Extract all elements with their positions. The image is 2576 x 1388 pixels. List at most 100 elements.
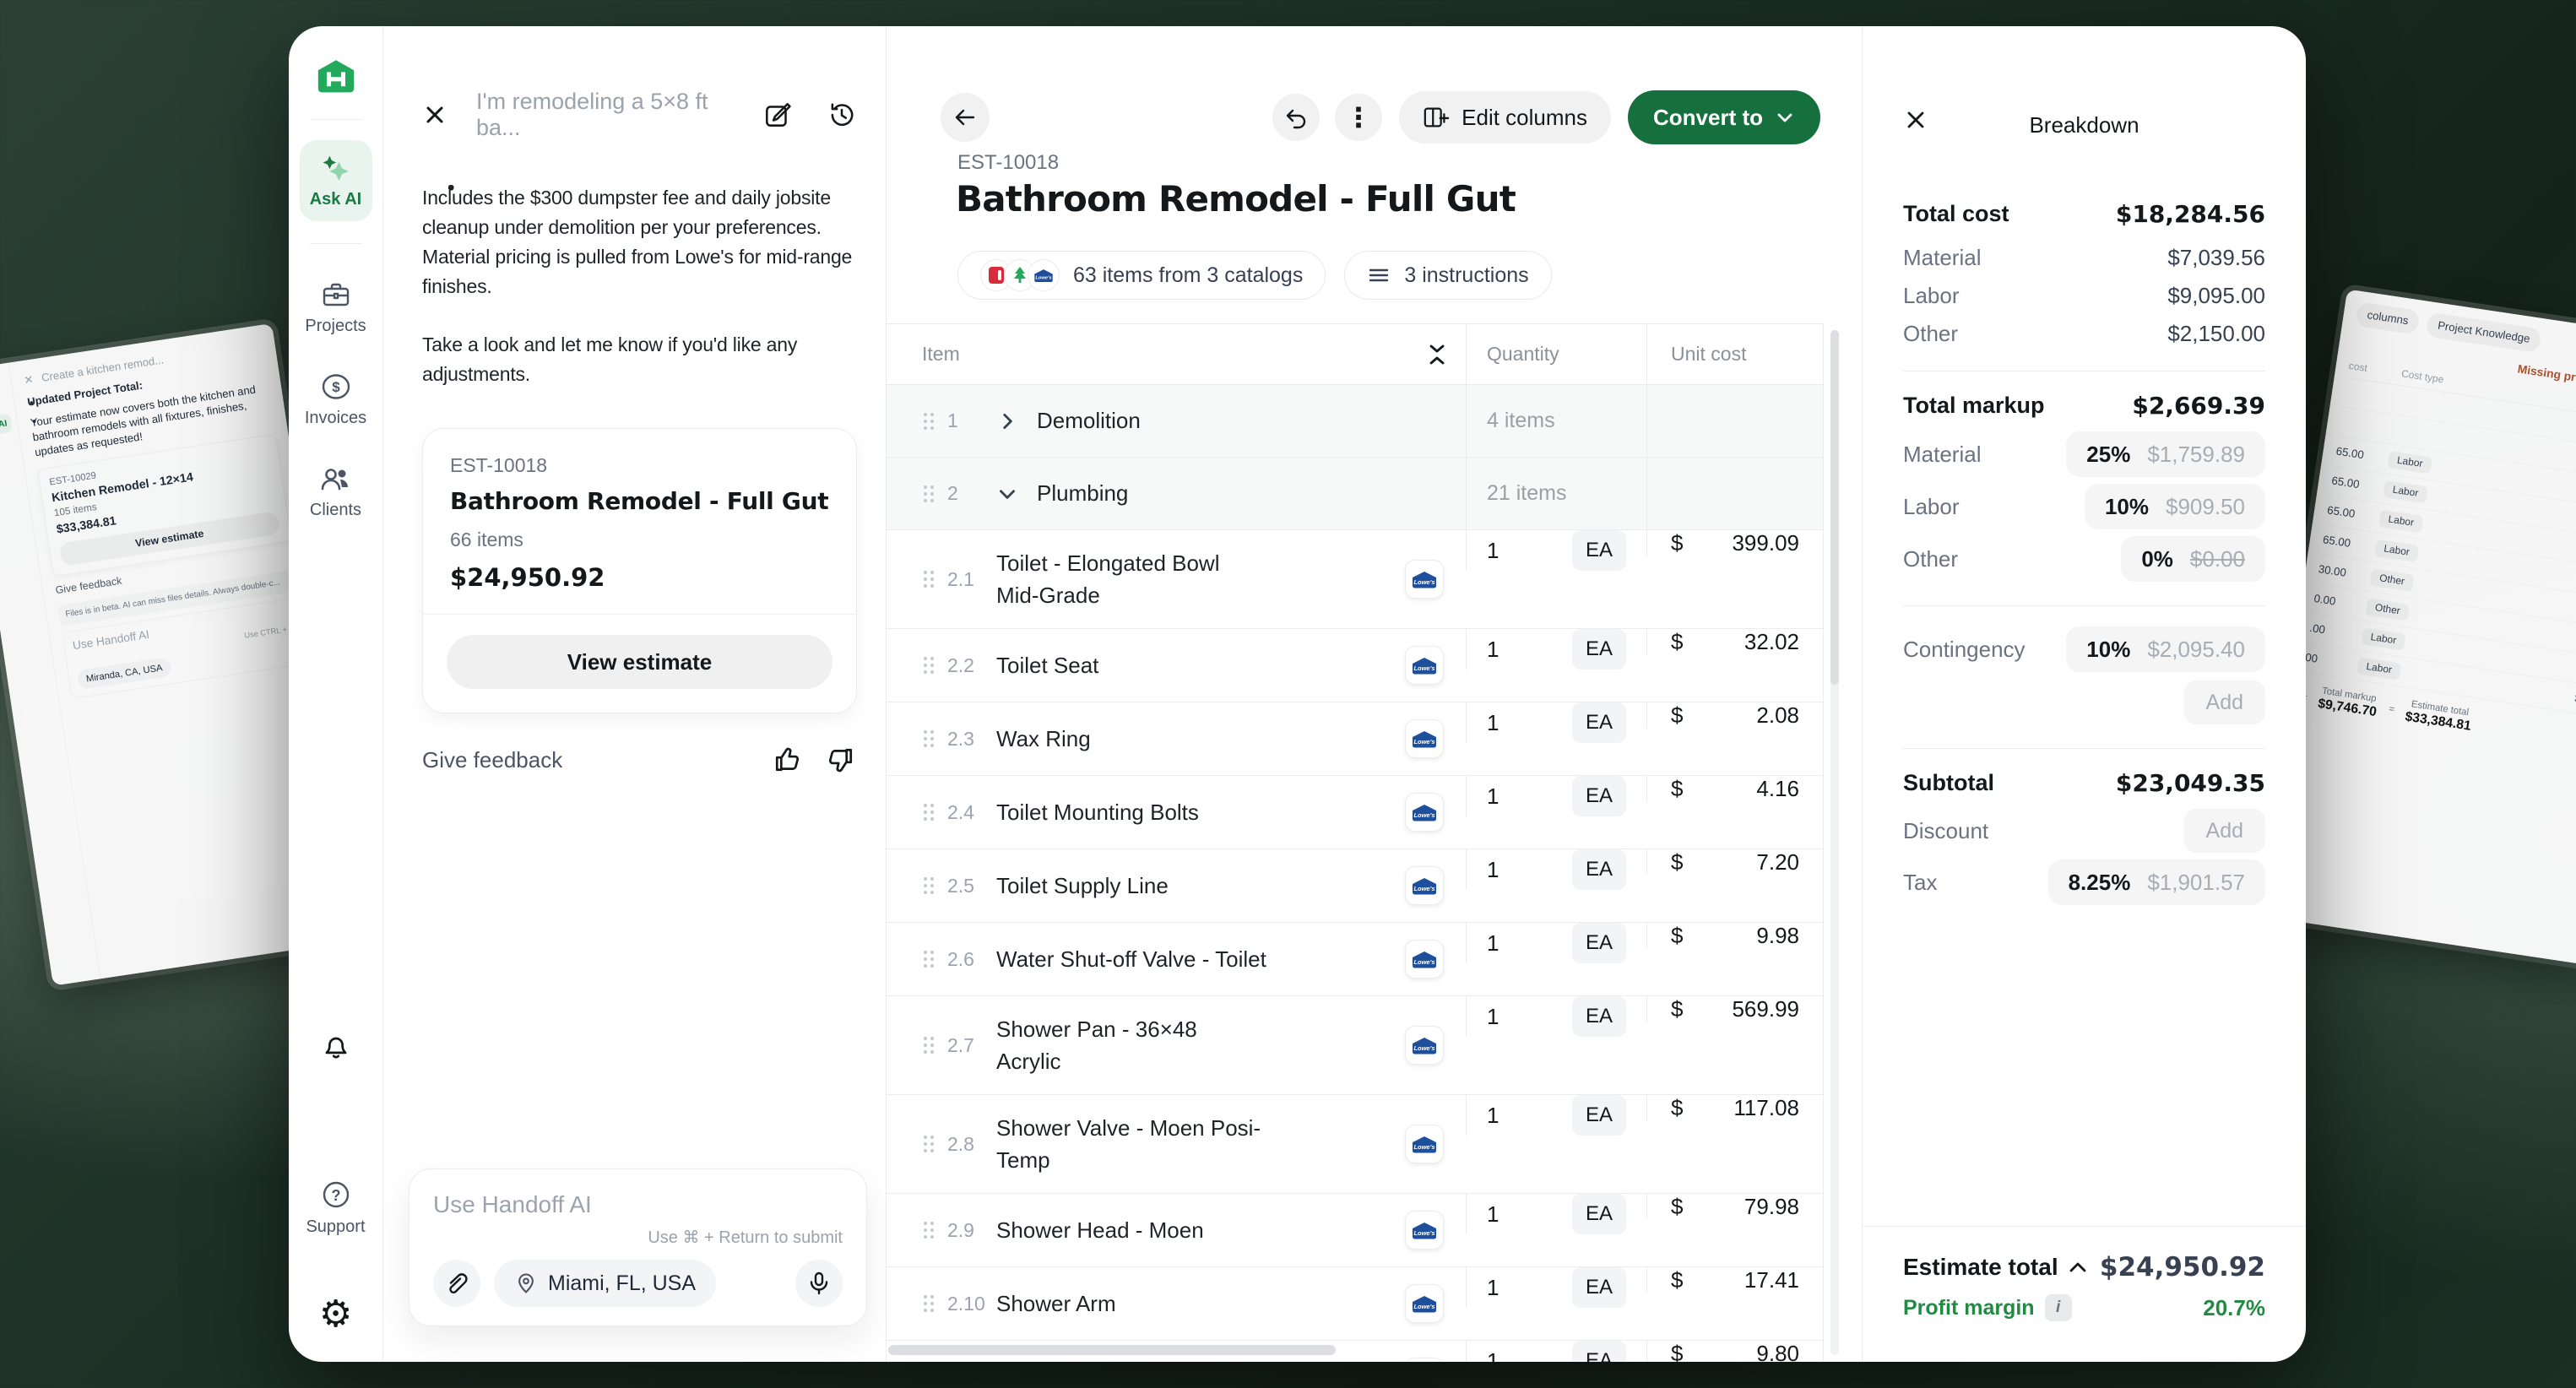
unit-chip[interactable]: EA <box>1572 629 1626 670</box>
lowes-vendor-badge[interactable]: Lowe's <box>1405 940 1444 979</box>
table-item-row[interactable]: 2.7 Shower Pan - 36×48 Acrylic Lowe's 1 … <box>887 996 1823 1095</box>
table-item-row[interactable]: 2.4 Toilet Mounting Bolts Lowe's 1 EA $ … <box>887 776 1823 849</box>
table-item-row[interactable]: 2.1 Toilet - Elongated Bowl Mid-Grade Lo… <box>887 530 1823 629</box>
handoff-logo-icon[interactable] <box>314 57 358 97</box>
table-item-row[interactable]: 2.8 Shower Valve - Moen Posi-Temp Lowe's… <box>887 1095 1823 1194</box>
drag-handle-icon[interactable] <box>922 411 935 431</box>
chat-composer[interactable]: Use Handoff AI Use ⌘ + Return to submit … <box>409 1168 867 1326</box>
table-item-row[interactable]: 2.5 Toilet Supply Line Lowe's 1 EA $ 7.2… <box>887 849 1823 923</box>
history-icon[interactable] <box>827 100 857 130</box>
back-button[interactable] <box>941 93 990 142</box>
lowes-vendor-badge[interactable]: Lowe's <box>1405 1284 1444 1323</box>
table-item-row[interactable]: 2.2 Toilet Seat Lowe's 1 EA $ 32.02 <box>887 629 1823 702</box>
unit-chip[interactable]: EA <box>1572 996 1626 1037</box>
lowes-vendor-badge[interactable]: Lowe's <box>1405 1026 1444 1065</box>
settings-button[interactable]: ⚙ <box>319 1296 352 1333</box>
mic-button[interactable] <box>795 1260 843 1307</box>
quantity-value[interactable]: 1 <box>1487 857 1499 883</box>
tax-pill[interactable]: 8.25%$1,901.57 <box>2048 859 2265 905</box>
quantity-value[interactable]: 1 <box>1487 637 1499 663</box>
quantity-value[interactable]: 1 <box>1487 1103 1499 1129</box>
drag-handle-icon[interactable] <box>922 1035 935 1055</box>
unit-chip[interactable]: EA <box>1572 1267 1626 1308</box>
table-item-row[interactable]: 2.6 Water Shut-off Valve - Toilet Lowe's… <box>887 923 1823 996</box>
vertical-scrollbar[interactable] <box>1830 330 1839 1355</box>
group-chevron-icon[interactable] <box>996 483 1018 505</box>
unit-cost-value[interactable]: 9.98 <box>1756 923 1799 949</box>
edit-columns-button[interactable]: Edit columns <box>1399 91 1611 144</box>
chat-title[interactable]: I'm remodeling a 5×8 ft ba... <box>476 89 729 141</box>
chevron-up-icon[interactable] <box>2069 1261 2087 1274</box>
unit-chip[interactable]: EA <box>1572 849 1626 890</box>
convert-to-button[interactable]: Convert to <box>1628 90 1820 144</box>
drag-handle-icon[interactable] <box>922 569 935 589</box>
unit-chip[interactable]: EA <box>1572 923 1626 963</box>
table-item-row[interactable]: 2.9 Shower Head - Moen Lowe's 1 EA $ 79.… <box>887 1194 1823 1267</box>
table-item-row[interactable]: 2.3 Wax Ring Lowe's 1 EA $ 2.08 <box>887 702 1823 776</box>
lowes-vendor-badge[interactable]: Lowe's <box>1405 1211 1444 1250</box>
sidebar-item-clients[interactable]: Clients <box>310 464 361 520</box>
unit-cost-value[interactable]: 17.41 <box>1744 1267 1799 1293</box>
quantity-value[interactable]: 1 <box>1487 1275 1499 1301</box>
unit-cost-value[interactable]: 569.99 <box>1732 996 1799 1022</box>
catalogs-badge[interactable]: Lowe's 63 items from 3 catalogs <box>957 251 1326 300</box>
unit-cost-value[interactable]: 32.02 <box>1744 629 1799 655</box>
instructions-badge[interactable]: 3 instructions <box>1344 251 1551 300</box>
drag-handle-icon[interactable] <box>922 484 935 504</box>
attach-button[interactable] <box>433 1260 480 1307</box>
quantity-value[interactable]: 1 <box>1487 1201 1499 1228</box>
lowes-vendor-badge[interactable]: Lowe's <box>1405 1358 1444 1362</box>
add-button[interactable]: Add <box>2184 809 2265 853</box>
quantity-value[interactable]: 1 <box>1487 1348 1499 1363</box>
new-chat-icon[interactable] <box>762 100 793 130</box>
table-group-row[interactable]: 2 Plumbing 21 items <box>887 458 1823 530</box>
unit-cost-value[interactable]: 79.98 <box>1744 1194 1799 1220</box>
unit-chip[interactable]: EA <box>1572 530 1626 571</box>
unit-cost-value[interactable]: 9.80 <box>1756 1341 1799 1362</box>
sidebar-item-projects[interactable]: Projects <box>305 279 366 336</box>
unit-cost-value[interactable]: 7.20 <box>1756 849 1799 876</box>
give-feedback-label[interactable]: Give feedback <box>422 747 562 773</box>
lowes-vendor-badge[interactable]: Lowe's <box>1405 719 1444 758</box>
view-estimate-button[interactable]: View estimate <box>447 635 832 689</box>
drag-handle-icon[interactable] <box>922 729 935 749</box>
drag-handle-icon[interactable] <box>922 655 935 675</box>
unit-chip[interactable]: EA <box>1572 702 1626 743</box>
drag-handle-icon[interactable] <box>922 949 935 969</box>
close-icon[interactable] <box>422 102 447 127</box>
markup-pill[interactable]: 10%$909.50 <box>2085 484 2265 529</box>
collapse-all-button[interactable] <box>1427 343 1447 366</box>
unit-chip[interactable]: EA <box>1572 1095 1626 1136</box>
quantity-value[interactable]: 1 <box>1487 538 1499 564</box>
info-icon[interactable]: i <box>2045 1294 2072 1321</box>
unit-cost-value[interactable]: 399.09 <box>1732 530 1799 556</box>
lowes-vendor-badge[interactable]: Lowe's <box>1405 866 1444 905</box>
more-options-button[interactable]: ⋮ <box>1335 94 1382 141</box>
quantity-value[interactable]: 1 <box>1487 1004 1499 1030</box>
undo-button[interactable] <box>1272 94 1320 141</box>
sidebar-item-invoices[interactable]: $ Invoices <box>305 371 366 428</box>
drag-handle-icon[interactable] <box>922 1293 935 1314</box>
notifications-button[interactable] <box>319 1028 353 1062</box>
table-item-row[interactable]: 2.10 Shower Arm Lowe's 1 EA $ 17.41 <box>887 1267 1823 1341</box>
unit-cost-value[interactable]: 117.08 <box>1733 1095 1799 1121</box>
contingency-pill[interactable]: 10%$2,095.40 <box>2066 626 2265 672</box>
horizontal-scrollbar[interactable] <box>888 1345 1336 1355</box>
sidebar-item-support[interactable]: ? Support <box>306 1179 365 1237</box>
lowes-vendor-badge[interactable]: Lowe's <box>1405 1125 1444 1163</box>
lowes-vendor-badge[interactable]: Lowe's <box>1405 560 1444 599</box>
table-group-row[interactable]: 1 Demolition 4 items <box>887 385 1823 458</box>
unit-chip[interactable]: EA <box>1572 1341 1626 1362</box>
markup-pill[interactable]: 25%$1,759.89 <box>2066 431 2265 477</box>
drag-handle-icon[interactable] <box>922 802 935 822</box>
lowes-vendor-badge[interactable]: Lowe's <box>1405 793 1444 832</box>
quantity-value[interactable]: 1 <box>1487 783 1499 810</box>
thumbs-up-icon[interactable] <box>771 744 803 776</box>
quantity-value[interactable]: 1 <box>1487 930 1499 957</box>
thumbs-down-icon[interactable] <box>825 744 857 776</box>
unit-cost-value[interactable]: 4.16 <box>1756 776 1799 802</box>
lowes-vendor-badge[interactable]: Lowe's <box>1405 646 1444 685</box>
unit-chip[interactable]: EA <box>1572 776 1626 816</box>
drag-handle-icon[interactable] <box>922 876 935 896</box>
add-button[interactable]: Add <box>2184 680 2265 724</box>
